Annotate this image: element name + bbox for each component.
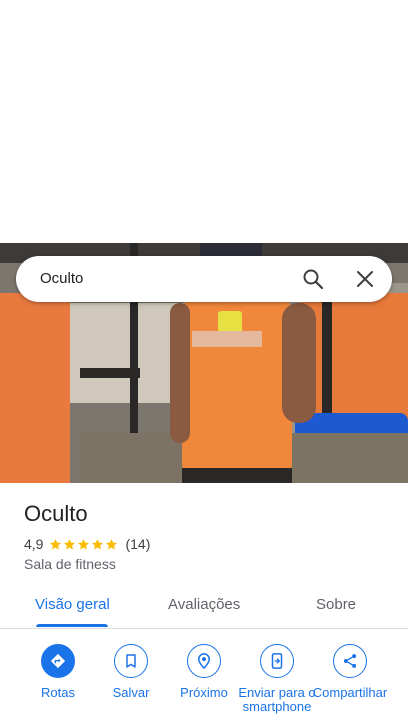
star-icon — [106, 538, 118, 549]
place-title: Oculto — [24, 501, 88, 526]
star-rating — [49, 538, 119, 551]
rating-row[interactable]: 4,9 (14) — [24, 535, 150, 553]
tab-about[interactable]: Sobre — [316, 584, 356, 628]
nearby-label: Próximo — [180, 685, 228, 700]
tab-reviews[interactable]: Avaliações — [168, 584, 240, 628]
star-icon — [78, 538, 90, 549]
star-icon — [92, 538, 104, 549]
save-button[interactable]: Salvar — [92, 644, 170, 700]
place-tabs: Visão geral Avaliações Sobre — [0, 584, 408, 629]
share-icon — [343, 654, 357, 668]
directions-button[interactable]: Rotas — [19, 644, 97, 700]
star-icon — [50, 538, 62, 549]
nearby-icon — [197, 653, 211, 670]
share-button[interactable]: Compartilhar — [311, 644, 389, 700]
bookmark-icon — [126, 654, 136, 668]
send-to-phone-button[interactable]: Enviar para o smartphone — [238, 644, 316, 714]
directions-icon — [50, 653, 66, 669]
map-blank-area — [0, 0, 408, 243]
search-icon[interactable] — [302, 268, 324, 290]
search-input[interactable]: Oculto — [40, 256, 83, 302]
review-count[interactable]: (14) — [125, 536, 150, 552]
search-bar[interactable]: Oculto — [16, 256, 392, 302]
rating-value: 4,9 — [24, 536, 44, 552]
active-tab-indicator — [36, 624, 108, 627]
tab-overview[interactable]: Visão geral — [35, 584, 110, 628]
close-icon[interactable] — [354, 268, 376, 290]
share-label: Compartilhar — [312, 685, 388, 700]
send-to-phone-icon — [271, 653, 283, 669]
save-label: Salvar — [112, 685, 150, 700]
star-icon — [64, 538, 76, 549]
place-category: Sala de fitness — [24, 556, 116, 572]
send-to-phone-label: Enviar para o smartphone — [238, 685, 316, 714]
nearby-button[interactable]: Próximo — [165, 644, 243, 700]
directions-label: Rotas — [41, 685, 75, 700]
